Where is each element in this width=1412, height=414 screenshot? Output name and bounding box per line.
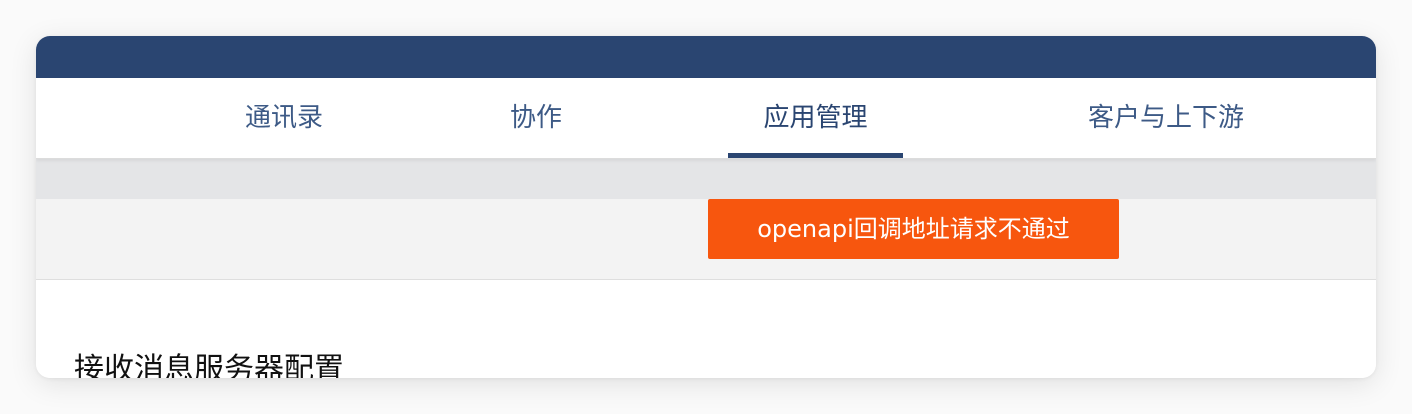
error-toast: openapi回调地址请求不通过: [708, 199, 1119, 259]
tab-contacts[interactable]: 通讯录: [196, 78, 372, 158]
sub-header-strip: [36, 159, 1376, 199]
main-content: 接收消息服务器配置: [36, 280, 1376, 378]
tab-app-management[interactable]: 应用管理: [728, 78, 903, 158]
tab-contacts-label: 通讯录: [244, 103, 323, 133]
tab-collaboration[interactable]: 协作: [448, 78, 624, 158]
section-title: 接收消息服务器配置: [74, 352, 344, 378]
tab-customers-partners-label: 客户与上下游: [1087, 103, 1244, 133]
tab-app-management-label: 应用管理: [763, 103, 868, 133]
top-header-bar: [36, 36, 1376, 78]
app-window: 通讯录 协作 应用管理 客户与上下游 openapi回调地址请求不通过 接收消息…: [36, 36, 1376, 378]
tab-customers-partners[interactable]: 客户与上下游: [1066, 78, 1266, 158]
error-toast-message: openapi回调地址请求不通过: [757, 215, 1070, 243]
active-tab-indicator: [728, 153, 903, 158]
tab-collaboration-label: 协作: [509, 103, 562, 133]
main-tab-bar: 通讯录 协作 应用管理 客户与上下游: [36, 78, 1376, 159]
alert-area: openapi回调地址请求不通过: [36, 199, 1376, 280]
